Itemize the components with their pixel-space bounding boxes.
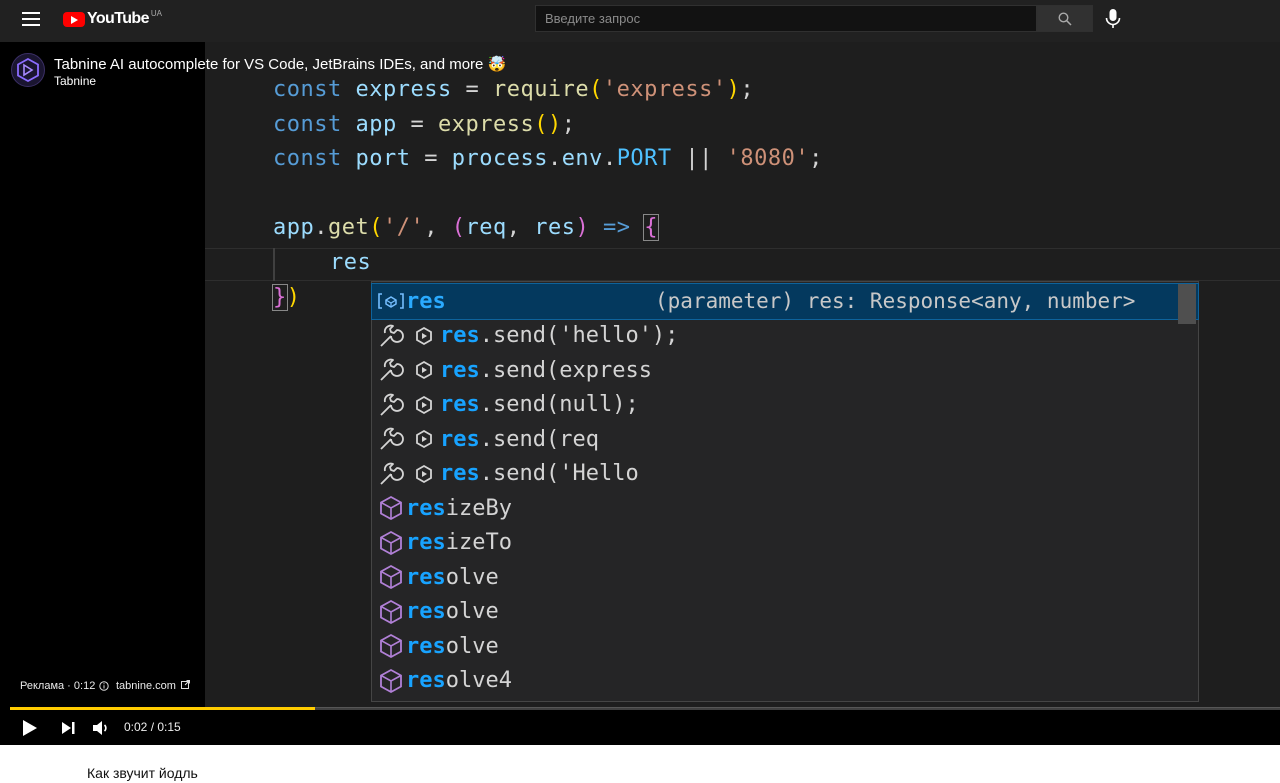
progress-fill	[10, 707, 315, 710]
suggestion-match: res	[406, 564, 446, 590]
code-line-4: app.get('/', (req, res) => {	[273, 214, 659, 241]
ad-label: Реклама · 0:12	[20, 680, 96, 692]
suggestion-rest: .send('hello');	[479, 323, 679, 349]
suggestion-item[interactable]: res olve	[372, 560, 1198, 595]
suggestion-match: res	[406, 495, 446, 521]
progress-bar[interactable]	[10, 707, 1280, 710]
voice-search-button[interactable]	[1103, 8, 1123, 30]
autocomplete-suggestions: res (parameter) res: Response<any, numbe…	[371, 281, 1199, 702]
tabnine-wrench-icon	[376, 321, 406, 351]
next-button[interactable]	[61, 721, 75, 740]
suggestion-match: res	[440, 426, 480, 452]
suggestion-rest: .send(req	[479, 426, 599, 452]
snippet-icon	[408, 424, 440, 454]
suggestion-item[interactable]: res .send('hello');	[372, 319, 1198, 354]
time-display: 0:02 / 0:15	[124, 720, 181, 734]
suggestion-item[interactable]: res .send('Hello	[372, 457, 1198, 492]
suggestion-item[interactable]: res olve	[372, 595, 1198, 630]
snippet-icon	[408, 459, 440, 489]
suggestion-match: res	[440, 392, 480, 418]
suggestion-match: res	[406, 633, 446, 659]
video-title[interactable]: Tabnine AI autocomplete for VS Code, Jet…	[54, 55, 506, 73]
next-video-title[interactable]: Как звучит йодль	[87, 765, 198, 781]
suggestion-item[interactable]: res .send(null);	[372, 388, 1198, 423]
advertiser-link-text: tabnine.com	[116, 680, 176, 692]
suggestion-rest: olve	[445, 633, 499, 659]
indent-guide	[273, 248, 275, 281]
method-cube-icon	[376, 631, 406, 661]
code-line-1: const express = require('express');	[273, 77, 755, 102]
code-line-6: })	[272, 284, 301, 311]
suggestion-match: res	[406, 530, 446, 556]
logo-region: UA	[150, 8, 162, 18]
suggestion-match: res	[440, 357, 480, 383]
channel-name[interactable]: Tabnine	[54, 74, 96, 88]
ad-badge: Реклама · 0:12	[20, 680, 110, 692]
search-button[interactable]	[1037, 5, 1093, 32]
advertiser-link[interactable]: tabnine.com	[116, 680, 190, 692]
suggestion-item[interactable]: res olve4	[372, 664, 1198, 699]
channel-avatar[interactable]	[11, 53, 45, 87]
suggestion-item[interactable]: res .send(express	[372, 353, 1198, 388]
suggestion-rest: olve4	[445, 668, 512, 694]
external-link-icon	[181, 680, 190, 689]
suggestion-match: res	[440, 461, 480, 487]
suggestion-item-selected[interactable]: res (parameter) res: Response<any, numbe…	[371, 283, 1199, 320]
menu-icon[interactable]	[22, 11, 42, 27]
tabnine-wrench-icon	[376, 390, 406, 420]
suggestion-item[interactable]: res olve	[372, 629, 1198, 664]
search-box[interactable]	[535, 5, 1037, 32]
suggestion-match: res	[406, 668, 446, 694]
tabnine-wrench-icon	[376, 424, 406, 454]
suggestion-item[interactable]: res izeTo	[372, 526, 1198, 561]
suggestion-rest: .send(null);	[479, 392, 639, 418]
tabnine-wrench-icon	[376, 355, 406, 385]
code-line-5: res	[330, 250, 372, 275]
method-cube-icon	[376, 666, 406, 696]
play-icon	[23, 720, 37, 736]
snippet-icon	[408, 390, 440, 420]
suggestion-rest: olve	[445, 564, 499, 590]
tabnine-wrench-icon	[376, 459, 406, 489]
player-letterbox	[0, 42, 205, 745]
search-input[interactable]	[545, 11, 1027, 26]
volume-icon	[93, 721, 107, 735]
suggestion-match: res	[440, 323, 480, 349]
suggestion-rest: .send(express	[479, 357, 652, 383]
method-cube-icon	[376, 493, 406, 523]
info-icon[interactable]	[99, 681, 110, 691]
youtube-logo[interactable]: YouTube UA	[63, 9, 162, 29]
play-button[interactable]	[22, 719, 38, 742]
player-controls: 0:02 / 0:15	[0, 712, 1280, 745]
skip-next-icon	[62, 722, 75, 734]
youtube-play-icon	[63, 11, 85, 27]
suggestion-match: res	[406, 599, 446, 625]
variable-icon	[376, 286, 406, 316]
suggestion-detail: (parameter) res: Response<any, number>	[655, 289, 1136, 314]
masthead: YouTube UA	[0, 0, 1280, 42]
suggestion-rest: izeBy	[445, 495, 512, 521]
suggestion-item[interactable]: res izeBy	[372, 491, 1198, 526]
code-line-2: const app = express();	[273, 112, 576, 137]
method-cube-icon	[376, 562, 406, 592]
snippet-icon	[408, 321, 440, 351]
snippet-icon	[408, 355, 440, 385]
method-cube-icon	[376, 597, 406, 627]
logo-text: YouTube	[87, 10, 149, 27]
search-icon	[1058, 11, 1072, 26]
volume-button[interactable]	[92, 720, 110, 741]
code-line-3: const port = process.env.PORT || '8080';	[273, 146, 823, 171]
microphone-icon	[1105, 9, 1121, 28]
suggestion-item[interactable]: res .send(req	[372, 422, 1198, 457]
suggestion-rest: .send('Hello	[479, 461, 639, 487]
suggestion-rest: olve	[445, 599, 499, 625]
suggestion-rest: izeTo	[445, 530, 512, 556]
tabnine-logo-icon	[17, 58, 39, 82]
method-cube-icon	[376, 528, 406, 558]
